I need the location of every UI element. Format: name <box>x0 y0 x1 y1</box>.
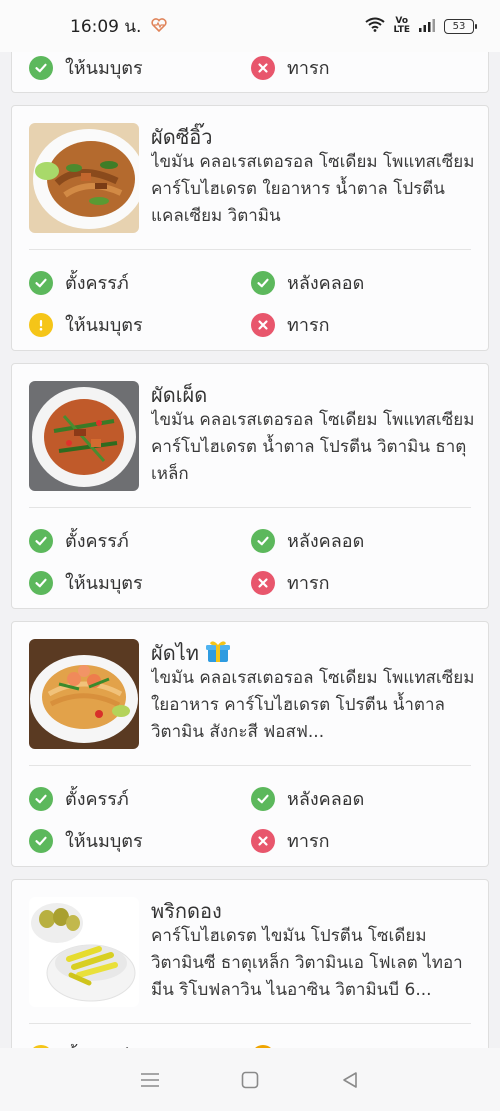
pregnant-label: ตั้งครรภ์ <box>65 789 129 810</box>
divider <box>29 249 471 250</box>
postpartum-label: หลังคลอด <box>287 531 365 552</box>
check-icon <box>251 528 275 553</box>
infant-label: ทารก <box>287 573 330 594</box>
food-image <box>29 897 139 1007</box>
food-image <box>29 123 139 233</box>
food-image <box>29 381 139 491</box>
check-icon <box>29 270 53 295</box>
divider <box>29 1023 471 1024</box>
breastfeeding-row: ให้นมบุตร <box>29 53 143 82</box>
breastfeeding-label: ให้นมบุตร <box>65 315 143 336</box>
pregnant-label: ตั้งครรภ์ <box>65 531 129 552</box>
breastfeeding-label: ให้นมบุตร <box>65 573 143 594</box>
divider <box>29 507 471 508</box>
heart-pulse-icon <box>151 17 167 36</box>
check-icon <box>29 828 53 853</box>
cross-icon <box>251 570 275 595</box>
check-icon <box>29 528 53 553</box>
infant-label: ทารก <box>287 58 330 79</box>
postpartum-row: หลังคลอด <box>251 784 364 813</box>
cross-icon <box>251 828 275 853</box>
breastfeeding-label: ให้นมบุตร <box>65 58 143 79</box>
breastfeeding-row: ให้นมบุตร <box>29 310 143 339</box>
volte-icon: Vo LTE <box>393 16 410 35</box>
food-card[interactable]: ผัดไท ไขมัน คลอเรสเตอรอล โซเดียม โพแทสเซ… <box>11 621 489 867</box>
breastfeeding-row: ให้นมบุตร <box>29 826 143 855</box>
signal-icon <box>418 17 436 36</box>
pregnant-row: ตั้งครรภ์ <box>29 526 129 555</box>
divider <box>29 765 471 766</box>
food-nutrients: ไขมัน คลอเรสเตอรอล โซเดียม โพแทสเซียม คา… <box>151 152 475 226</box>
menu-icon[interactable] <box>130 1060 170 1100</box>
infant-row: ทารก <box>251 568 330 597</box>
back-triangle-icon[interactable] <box>330 1060 370 1100</box>
check-icon <box>29 55 53 80</box>
breastfeeding-label: ให้นมบุตร <box>65 831 143 852</box>
check-icon <box>29 786 53 811</box>
postpartum-label: หลังคลอด <box>287 789 365 810</box>
gift-icon[interactable] <box>205 639 231 668</box>
infant-row: ทารก <box>251 310 330 339</box>
wifi-icon <box>365 17 386 36</box>
infant-row: ทารก <box>251 826 330 855</box>
breastfeeding-row: ให้นมบุตร <box>29 568 143 597</box>
status-time: 16:09 น. <box>70 16 142 37</box>
food-nutrients: คาร์โบไฮเดรต ไขมัน โปรตีน โซเดียม วิตามิ… <box>151 926 463 1000</box>
battery-icon: 53 <box>444 18 477 34</box>
infant-label: ทารก <box>287 315 330 336</box>
postpartum-label: หลังคลอด <box>287 273 365 294</box>
food-nutrients: ไขมัน คลอเรสเตอรอล โซเดียม โพแทสเซียม ใย… <box>151 668 475 742</box>
pregnant-row: ตั้งครรภ์ <box>29 268 129 297</box>
postpartum-row: หลังคลอด <box>251 268 364 297</box>
food-card[interactable]: ผัดซีอิ๊ว ไขมัน คลอเรสเตอรอล โซเดียม โพแ… <box>11 105 489 351</box>
check-icon <box>251 270 275 295</box>
pregnant-label: ตั้งครรภ์ <box>65 273 129 294</box>
cross-icon <box>251 55 275 80</box>
home-square-icon[interactable] <box>230 1060 270 1100</box>
food-card[interactable]: ผัดเผ็ด ไขมัน คลอเรสเตอรอล โซเดียม โพแทส… <box>11 363 489 609</box>
postpartum-row: หลังคลอด <box>251 526 364 555</box>
warning-icon <box>29 312 53 337</box>
navigation-bar <box>0 1048 500 1111</box>
check-icon <box>251 786 275 811</box>
food-nutrients: ไขมัน คลอเรสเตอรอล โซเดียม โพแทสเซียม คา… <box>151 410 475 484</box>
check-icon <box>29 570 53 595</box>
food-image <box>29 639 139 749</box>
pregnant-row: ตั้งครรภ์ <box>29 784 129 813</box>
food-list[interactable]: ให้นมบุตร ทารก ผัดซีอิ๊ว ไขมัน คลอเรสเตอ… <box>0 0 500 1048</box>
infant-label: ทารก <box>287 831 330 852</box>
infant-row: ทารก <box>251 53 330 82</box>
status-bar: 16:09 น. Vo LTE 53 <box>0 0 500 52</box>
food-card[interactable]: พริกดอง คาร์โบไฮเดรต ไขมัน โปรตีน โซเดีย… <box>11 879 489 1048</box>
cross-icon <box>251 312 275 337</box>
